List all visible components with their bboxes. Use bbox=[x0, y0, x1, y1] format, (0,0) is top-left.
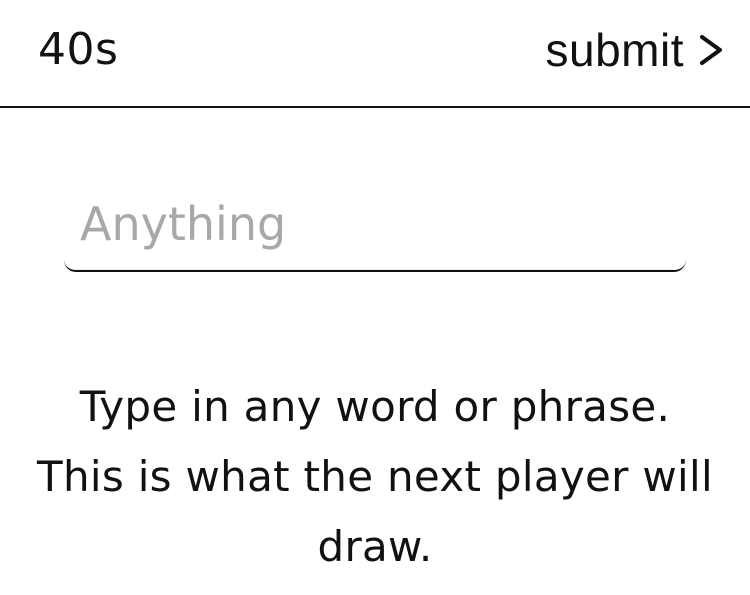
submit-label: submit bbox=[545, 24, 684, 76]
instructions-text: Type in any word or phrase. This is what… bbox=[37, 382, 713, 571]
chevron-right-icon bbox=[700, 35, 722, 65]
word-input[interactable] bbox=[64, 178, 686, 272]
top-bar: 40s submit bbox=[0, 0, 750, 108]
countdown-timer: 40s bbox=[38, 24, 119, 75]
submit-button[interactable]: submit bbox=[546, 20, 724, 80]
word-input-container bbox=[64, 178, 686, 272]
